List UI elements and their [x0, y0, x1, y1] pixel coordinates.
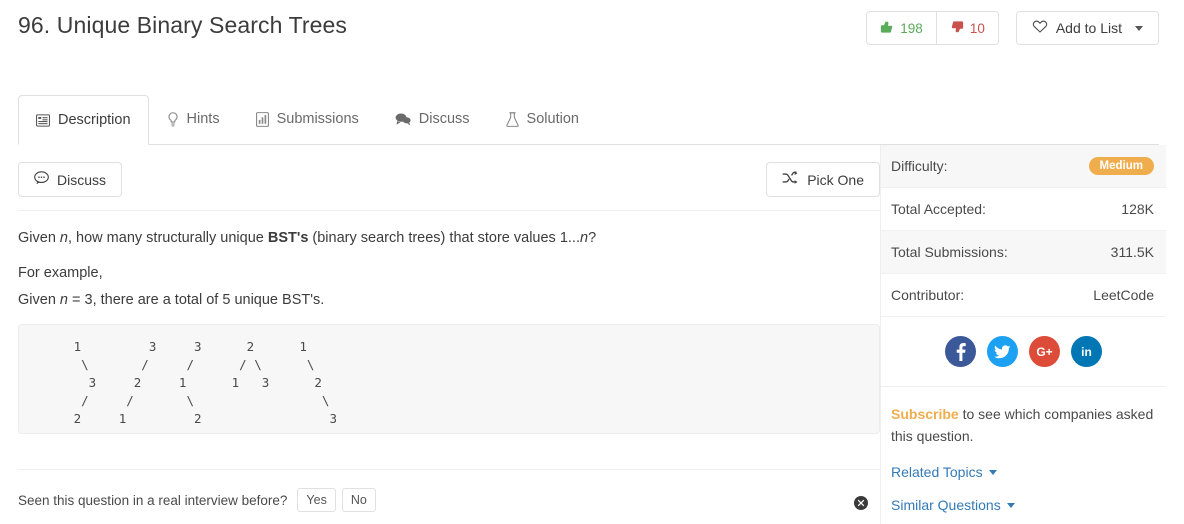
- speech-bubble-icon: [34, 171, 49, 188]
- submissions-icon: [255, 111, 269, 127]
- q1n2: n: [579, 230, 589, 246]
- stat-value: LeetCode: [1093, 287, 1154, 303]
- question-line-2: For example,: [18, 264, 103, 281]
- q1c: (binary search trees) that store values …: [308, 230, 580, 246]
- pick-one-button[interactable]: Pick One: [766, 162, 880, 197]
- related-topics-label: Related Topics: [891, 464, 983, 480]
- stat-label: Contributor:: [891, 287, 965, 303]
- similar-questions-label: Similar Questions: [891, 497, 1001, 513]
- stat-row-total-accepted: Total Accepted: 128K: [881, 188, 1166, 231]
- interview-yes-button[interactable]: Yes: [297, 488, 336, 512]
- leetcode-problem-page: 96. Unique Binary Search Trees 198 10 Ad…: [0, 0, 1184, 524]
- stat-row-total-submissions: Total Submissions: 311.5K: [881, 231, 1166, 274]
- add-to-list-label: Add to List: [1055, 20, 1122, 36]
- discuss-button[interactable]: Discuss: [18, 162, 123, 197]
- subscribe-link[interactable]: Subscribe: [891, 406, 959, 422]
- downvote-count: 10: [969, 20, 985, 36]
- tab-solution[interactable]: Solution: [488, 94, 597, 144]
- question-line-1: Given n, how many structurally unique BS…: [18, 228, 880, 250]
- page-header: 96. Unique Binary Search Trees 198 10 Ad…: [0, 0, 1184, 72]
- related-topics-link[interactable]: Related Topics: [891, 464, 1154, 480]
- stat-value: 128K: [1121, 201, 1154, 217]
- linkedin-icon[interactable]: in: [1071, 336, 1102, 367]
- similar-questions-link[interactable]: Similar Questions: [891, 497, 1154, 513]
- stat-row-contributor: Contributor: LeetCode: [881, 274, 1166, 317]
- twitter-icon[interactable]: [987, 336, 1018, 367]
- q1b: , how many structurally unique: [68, 230, 268, 246]
- tab-bar: Description Hints Submissions Discuss So: [18, 94, 1159, 145]
- upvote-count: 198: [900, 20, 923, 36]
- thumbs-down-icon: [950, 20, 964, 37]
- problem-content: Discuss Pick One Given n, how many struc…: [18, 145, 880, 524]
- tab-label: Submissions: [276, 111, 359, 127]
- header-actions: 198 10 Add to List: [866, 11, 1159, 45]
- interview-no-button[interactable]: No: [341, 488, 376, 512]
- add-to-list-button[interactable]: Add to List: [1015, 11, 1159, 45]
- q3n: n: [59, 291, 68, 308]
- page-title: 96. Unique Binary Search Trees: [18, 12, 348, 38]
- flask-icon: [505, 111, 519, 127]
- example-code-block: 1 3 3 2 1 \ / / / \ \ 3 2 1 1 3 2 / / \ …: [18, 324, 880, 435]
- q3a: Given: [18, 291, 60, 308]
- stat-label: Total Submissions:: [891, 244, 1008, 260]
- thumbs-up-icon: [880, 20, 894, 37]
- q3b: = 3, there are a total of 5 unique BST's…: [68, 291, 325, 308]
- googleplus-icon[interactable]: G+: [1029, 336, 1060, 367]
- tab-description[interactable]: Description: [18, 95, 149, 145]
- pick-one-button-label: Pick One: [807, 171, 864, 188]
- tab-label: Discuss: [418, 111, 470, 127]
- sidebar-body: Subscribe to see which companies asked t…: [881, 387, 1166, 513]
- upvote-button[interactable]: 198: [866, 11, 937, 45]
- interview-question-row: Seen this question in a real interview b…: [18, 469, 880, 512]
- stat-label: Total Accepted:: [891, 201, 986, 217]
- question-line-3: Given n = 3, there are a total of 5 uniq…: [18, 290, 880, 312]
- subscribe-prompt: Subscribe to see which companies asked t…: [891, 403, 1154, 447]
- content-toolbar: Discuss Pick One: [18, 145, 880, 211]
- tab-label: Solution: [526, 111, 579, 127]
- stat-row-difficulty: Difficulty: Medium: [881, 145, 1166, 188]
- downvote-button[interactable]: 10: [936, 11, 999, 45]
- social-share-bar: G+ in: [881, 317, 1166, 387]
- difficulty-badge: Medium: [1088, 157, 1154, 175]
- tab-hints[interactable]: Hints: [149, 94, 238, 144]
- tab-label: Description: [58, 112, 131, 128]
- ascii-bst-diagram: 1 3 3 2 1 \ / / / \ \ 3 2 1 1 3 2 / / \ …: [73, 339, 337, 427]
- discuss-button-label: Discuss: [57, 171, 107, 188]
- interview-prompt: Seen this question in a real interview b…: [18, 492, 288, 508]
- heart-icon: [1032, 19, 1048, 37]
- vote-button-group: 198 10: [866, 11, 999, 45]
- facebook-icon[interactable]: [945, 336, 976, 367]
- chevron-down-icon: [1006, 502, 1015, 508]
- stat-label: Difficulty:: [891, 158, 948, 174]
- q1d: ?: [588, 230, 597, 246]
- lightbulb-icon: [167, 111, 179, 127]
- tab-submissions[interactable]: Submissions: [238, 94, 377, 144]
- description-icon: [36, 113, 50, 127]
- q1a: Given: [18, 230, 60, 246]
- stat-value: 311.5K: [1110, 244, 1154, 260]
- chevron-down-icon: [988, 469, 997, 475]
- shuffle-icon: [782, 171, 798, 188]
- problem-sidebar: Difficulty: Medium Total Accepted: 128K …: [880, 145, 1166, 524]
- tab-label: Hints: [186, 111, 220, 127]
- tab-discuss[interactable]: Discuss: [377, 94, 488, 144]
- chat-icon: [395, 112, 411, 126]
- question-description: Given n, how many structurally unique BS…: [18, 211, 880, 435]
- q1bold: BST's: [267, 230, 309, 246]
- chevron-down-icon: [1135, 25, 1143, 31]
- q1n: n: [59, 230, 68, 246]
- report-icon[interactable]: [854, 496, 868, 510]
